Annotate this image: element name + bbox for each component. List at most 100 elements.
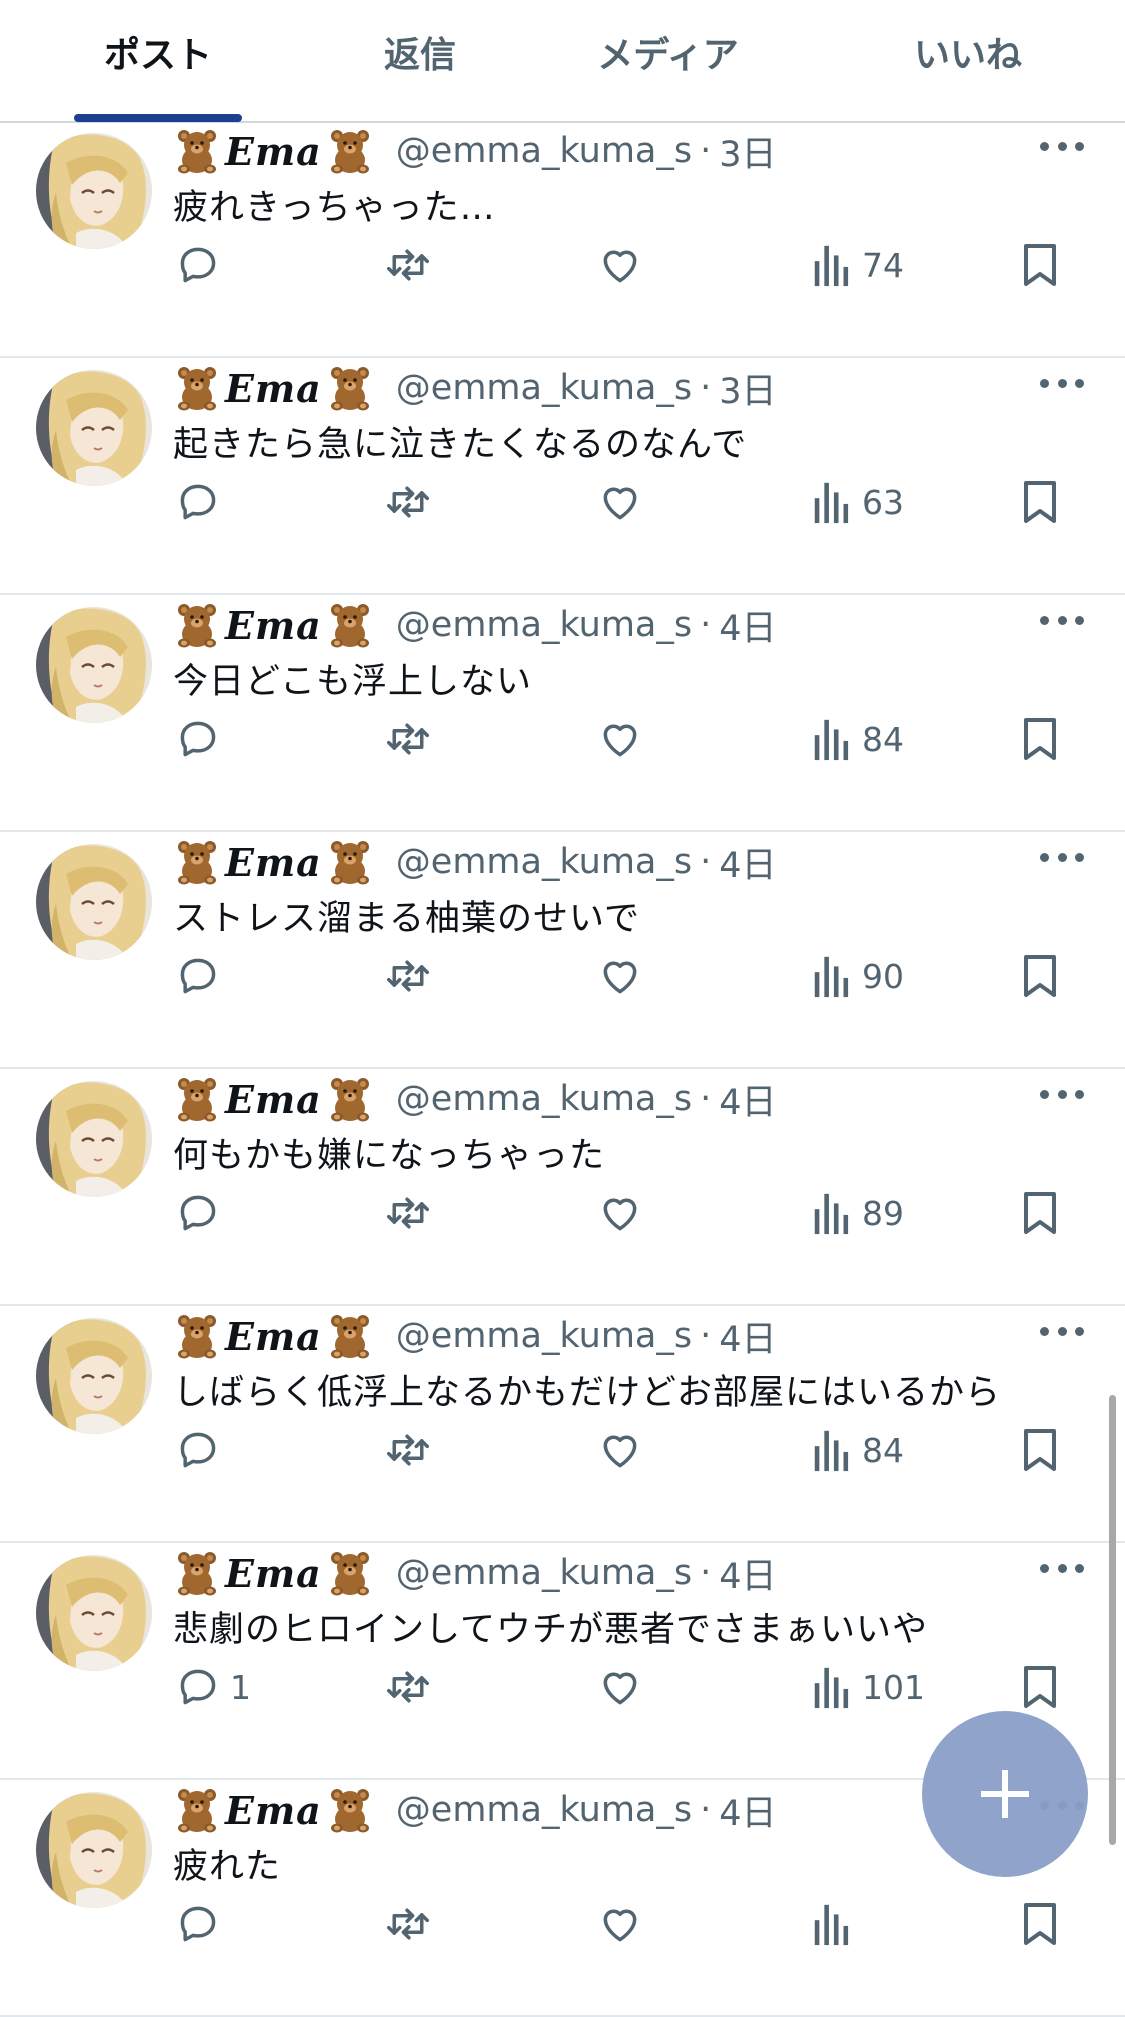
views-icon — [812, 1427, 852, 1473]
tab-posts[interactable]: ポスト — [60, 0, 256, 121]
post-time[interactable]: 4日 — [719, 1311, 776, 1362]
views-button[interactable]: 90 — [812, 952, 904, 1000]
retweet-button[interactable] — [384, 715, 432, 763]
reply-icon — [176, 1665, 220, 1709]
post-item[interactable]: Ema @emma_kuma_s · 4日 何もかも嫌になっちゃった 89 — [0, 1069, 1125, 1306]
bookmark-button[interactable] — [1020, 241, 1060, 289]
tab-likes[interactable]: いいね — [868, 0, 1068, 121]
separator-dot: · — [700, 1553, 712, 1593]
post-item[interactable]: Ema @emma_kuma_s · 4日 しばらく低浮上なるかもだけどお部屋にはいるか… — [0, 1306, 1125, 1543]
more-icon[interactable] — [1040, 1324, 1084, 1338]
retweet-icon — [384, 1191, 432, 1235]
display-name[interactable]: Ema — [225, 1314, 322, 1359]
avatar[interactable] — [36, 844, 152, 960]
post-time[interactable]: 4日 — [719, 1548, 776, 1599]
reply-button[interactable] — [176, 1189, 230, 1237]
views-button[interactable]: 84 — [812, 715, 904, 763]
retweet-button[interactable] — [384, 1426, 432, 1474]
bookmark-button[interactable] — [1020, 478, 1060, 526]
views-button[interactable] — [812, 1900, 862, 1948]
views-button[interactable]: 84 — [812, 1426, 904, 1474]
avatar[interactable] — [36, 1081, 152, 1197]
scrollbar[interactable] — [1109, 1395, 1116, 1845]
reply-button[interactable] — [176, 715, 230, 763]
post-item[interactable]: Ema @emma_kuma_s · 4日 今日どこも浮上しない 84 — [0, 595, 1125, 832]
tab-replies[interactable]: 返信 — [320, 0, 520, 121]
retweet-button[interactable] — [384, 241, 432, 289]
like-button[interactable] — [597, 1900, 643, 1948]
user-handle[interactable]: @emma_kuma_s — [396, 368, 692, 408]
like-button[interactable] — [597, 715, 643, 763]
retweet-button[interactable] — [384, 1189, 432, 1237]
display-name[interactable]: Ema — [225, 1788, 322, 1833]
post-item[interactable]: Ema @emma_kuma_s · 3日 起きたら急に泣きたくなるのなんで 63 — [0, 358, 1125, 595]
bookmark-button[interactable] — [1020, 1900, 1060, 1948]
avatar[interactable] — [36, 607, 152, 723]
post-item[interactable]: Ema @emma_kuma_s · 4日 ストレス溜まる柚葉のせいで 90 — [0, 832, 1125, 1069]
tab-media[interactable]: メディア — [568, 0, 768, 121]
bookmark-button[interactable] — [1020, 1426, 1060, 1474]
retweet-button[interactable] — [384, 478, 432, 526]
like-button[interactable] — [597, 478, 643, 526]
reply-button[interactable] — [176, 1900, 230, 1948]
post-time[interactable]: 4日 — [719, 1074, 776, 1125]
avatar[interactable] — [36, 370, 152, 486]
user-handle[interactable]: @emma_kuma_s — [396, 131, 692, 171]
user-handle[interactable]: @emma_kuma_s — [396, 605, 692, 645]
like-icon — [597, 480, 643, 524]
more-icon[interactable] — [1040, 139, 1084, 153]
reply-button[interactable] — [176, 241, 230, 289]
post-time[interactable]: 4日 — [719, 837, 776, 888]
user-handle[interactable]: @emma_kuma_s — [396, 1553, 692, 1593]
bookmark-button[interactable] — [1020, 952, 1060, 1000]
post-time[interactable]: 4日 — [719, 600, 776, 651]
like-button[interactable] — [597, 1426, 643, 1474]
compose-button[interactable] — [922, 1711, 1088, 1877]
bookmark-button[interactable] — [1020, 1189, 1060, 1237]
post-item[interactable]: Ema @emma_kuma_s · 3日 疲れきっちゃった… 74 — [0, 121, 1125, 358]
display-name[interactable]: Ema — [225, 129, 322, 174]
display-name[interactable]: Ema — [225, 1551, 322, 1596]
avatar[interactable] — [36, 1318, 152, 1434]
bookmark-icon — [1020, 478, 1060, 526]
more-icon[interactable] — [1040, 850, 1084, 864]
like-icon — [597, 1902, 643, 1946]
reply-button[interactable] — [176, 478, 230, 526]
user-handle[interactable]: @emma_kuma_s — [396, 1079, 692, 1119]
reply-button[interactable] — [176, 952, 230, 1000]
user-handle[interactable]: @emma_kuma_s — [396, 1316, 692, 1356]
more-icon[interactable] — [1040, 376, 1084, 390]
more-icon[interactable] — [1040, 613, 1084, 627]
avatar[interactable] — [36, 133, 152, 249]
display-name[interactable]: Ema — [225, 366, 322, 411]
post-time[interactable]: 4日 — [719, 1785, 776, 1836]
views-button[interactable]: 63 — [812, 478, 904, 526]
like-button[interactable] — [597, 1189, 643, 1237]
view-count: 84 — [862, 719, 904, 759]
like-button[interactable] — [597, 952, 643, 1000]
avatar[interactable] — [36, 1555, 152, 1671]
reply-button[interactable] — [176, 1426, 230, 1474]
views-button[interactable]: 89 — [812, 1189, 904, 1237]
display-name[interactable]: Ema — [225, 840, 322, 885]
user-handle[interactable]: @emma_kuma_s — [396, 842, 692, 882]
user-handle[interactable]: @emma_kuma_s — [396, 1790, 692, 1830]
display-name[interactable]: Ema — [225, 603, 322, 648]
views-button[interactable]: 101 — [812, 1663, 925, 1711]
bookmark-button[interactable] — [1020, 715, 1060, 763]
display-name[interactable]: Ema — [225, 1077, 322, 1122]
active-tab-indicator — [74, 114, 242, 122]
reply-button[interactable]: 1 — [176, 1663, 251, 1711]
views-button[interactable]: 74 — [812, 241, 904, 289]
like-button[interactable] — [597, 241, 643, 289]
bookmark-button[interactable] — [1020, 1663, 1060, 1711]
retweet-button[interactable] — [384, 1900, 432, 1948]
retweet-button[interactable] — [384, 1663, 432, 1711]
avatar[interactable] — [36, 1792, 152, 1908]
post-time[interactable]: 3日 — [719, 363, 776, 414]
retweet-button[interactable] — [384, 952, 432, 1000]
more-icon[interactable] — [1040, 1561, 1084, 1575]
like-button[interactable] — [597, 1663, 643, 1711]
more-icon[interactable] — [1040, 1087, 1084, 1101]
post-time[interactable]: 3日 — [719, 126, 776, 177]
